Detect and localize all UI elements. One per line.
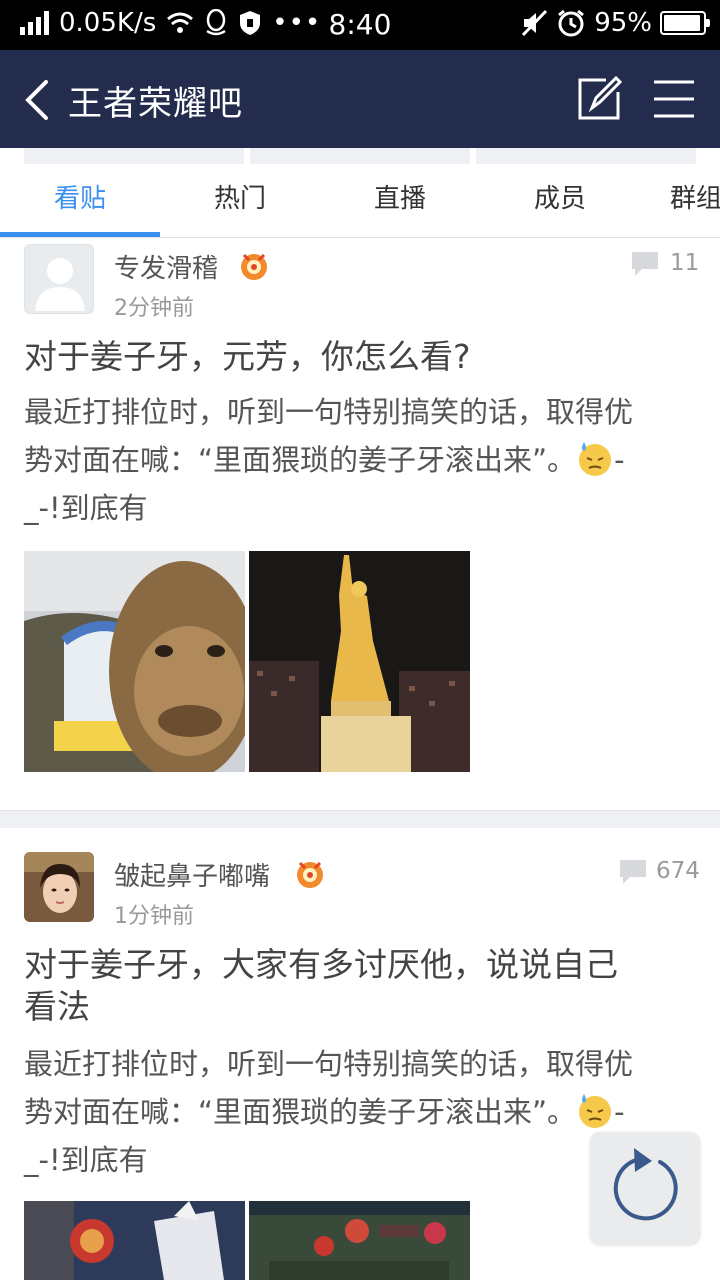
battery-icon: [660, 11, 710, 35]
alarm-icon: [558, 9, 585, 37]
level-badge-icon: [297, 861, 323, 888]
tab-bar: 看贴 热门 直播 成员 群组: [0, 166, 720, 238]
post-divider: [0, 810, 720, 828]
game-character-photo[interactable]: [24, 1201, 245, 1280]
menu-icon[interactable]: [652, 78, 696, 120]
post-body[interactable]: 最近打排位时，听到一句特别搞笑的话，取得优 势对面在喊：“里面猥琐的姜子牙滚出来…: [24, 388, 704, 532]
author-name[interactable]: 皱起鼻子嘟嘴: [114, 856, 270, 893]
post-body-line: 势对面在喊：“里面猥琐的姜子牙滚出来”。 -: [24, 436, 704, 484]
post-body-text: 势对面在喊：“里面猥琐的姜子牙滚出来”。: [24, 1095, 577, 1129]
reply-count: 674: [656, 858, 700, 884]
level-badge-icon: [241, 253, 267, 280]
refresh-button[interactable]: [590, 1132, 700, 1244]
app-screen: 0.05K/s ••• 8:40 95% 王者荣耀吧 看贴 热门 直播 成员 群…: [0, 0, 720, 1280]
post-body-text: -: [614, 443, 625, 477]
tab-groups[interactable]: 群组: [640, 178, 720, 215]
reply-count: 11: [670, 250, 700, 276]
post-time: 1分钟前: [114, 904, 194, 929]
banner-strip: [0, 148, 720, 166]
post-body-line: 势对面在喊：“里面猥琐的姜子牙滚出来”。 -: [24, 1088, 704, 1136]
post-title[interactable]: 对于姜子牙，大家有多讨厌他，说说自己 看法: [24, 944, 704, 1028]
battery-percent: 95%: [594, 8, 652, 38]
mute-icon: [522, 9, 548, 37]
post-body-line: _-!到底有: [24, 491, 148, 525]
post-body-line: 最近打排位时，听到一句特别搞笑的话，取得优: [24, 395, 634, 429]
post-body-text: -: [614, 1095, 625, 1129]
tab-hot[interactable]: 热门: [160, 178, 320, 215]
author-name[interactable]: 专发滑稽: [114, 248, 218, 285]
default-avatar-icon: [35, 258, 85, 311]
statue-photo[interactable]: [249, 551, 470, 772]
tab-live[interactable]: 直播: [320, 178, 480, 215]
game-screenshot-photo[interactable]: [249, 1201, 470, 1280]
tab-members[interactable]: 成员: [480, 178, 640, 215]
comment-icon: [620, 860, 646, 884]
refresh-icon: [613, 1148, 678, 1221]
post-body-line: 最近打排位时，听到一句特别搞笑的话，取得优: [24, 1047, 634, 1081]
comment-icon: [632, 252, 658, 276]
post-title[interactable]: 对于姜子牙，元芳，你怎么看?: [24, 336, 704, 378]
status-bar: 0.05K/s ••• 8:40 95%: [0, 0, 720, 50]
post-body-text: 势对面在喊：“里面猥琐的姜子牙滚出来”。: [24, 443, 577, 477]
post-title-line: 看法: [24, 987, 90, 1026]
sweat-emoji-icon: [579, 1094, 612, 1128]
forum-header: 王者荣耀吧: [0, 50, 720, 148]
camel-photo[interactable]: [24, 551, 245, 772]
compose-icon[interactable]: [576, 76, 622, 122]
active-tab-indicator: [0, 232, 160, 237]
post-time: 2分钟前: [114, 296, 194, 321]
forum-title: 王者荣耀吧: [68, 84, 243, 124]
post-title-line: 对于姜子牙，大家有多讨厌他，说说自己: [24, 945, 618, 984]
avatar[interactable]: [24, 852, 94, 922]
tab-posts[interactable]: 看贴: [0, 178, 160, 215]
post-item[interactable]: 专发滑稽 11 2分钟前 对于姜子牙，元芳，你怎么看? 最近打排位时，听到一句特…: [0, 238, 720, 810]
avatar[interactable]: [24, 244, 94, 314]
sweat-emoji-icon: [579, 442, 612, 476]
back-arrow-icon[interactable]: [20, 78, 56, 122]
